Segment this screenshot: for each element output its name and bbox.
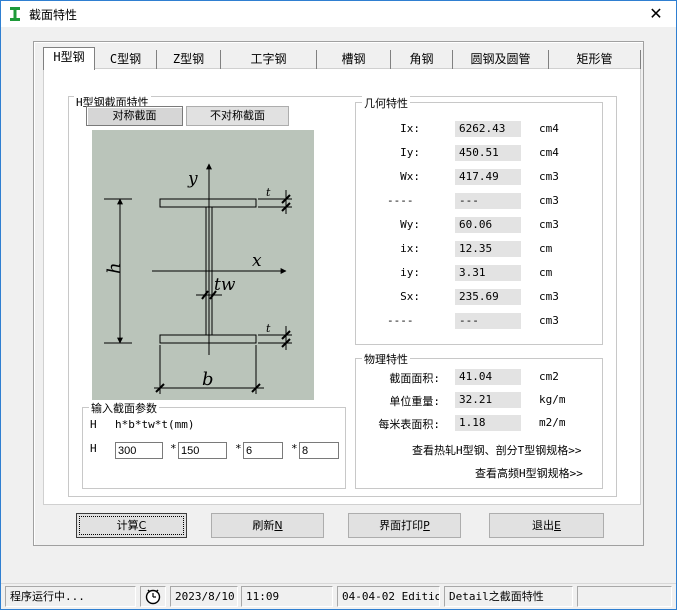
t-label-top: t bbox=[266, 186, 271, 199]
h-input[interactable] bbox=[115, 442, 163, 459]
tab-rect-tube[interactable]: 矩形管 bbox=[549, 50, 641, 69]
symmetric-button[interactable]: 对称截面 bbox=[86, 106, 183, 126]
physical-label: 单位重量: bbox=[389, 395, 440, 408]
geometry-label: Ix: bbox=[400, 122, 420, 135]
calc-button[interactable]: 计算C bbox=[76, 513, 187, 538]
status-running: 程序运行中... bbox=[5, 586, 136, 607]
geometry-value: --- bbox=[455, 313, 521, 329]
physical-label: 每米表面积: bbox=[378, 418, 440, 431]
geometry-unit: cm bbox=[539, 266, 553, 279]
tab-c-steel[interactable]: C型钢 bbox=[95, 50, 157, 69]
geometry-unit: cm3 bbox=[539, 218, 559, 231]
window-title: 截面特性 bbox=[29, 8, 78, 22]
geometry-unit: cm3 bbox=[539, 314, 559, 327]
status-clock bbox=[140, 586, 166, 607]
clock-icon bbox=[145, 589, 161, 605]
geometry-label: ---- bbox=[387, 194, 414, 207]
title-bar: 截面特性 ✕ bbox=[1, 1, 676, 27]
h-label: h bbox=[104, 262, 125, 274]
geometry-value: 417.49 bbox=[455, 169, 521, 185]
physical-value: 41.04 bbox=[455, 369, 521, 385]
status-time: 11:09 bbox=[241, 586, 333, 607]
geometry-label: ---- bbox=[387, 314, 414, 327]
geometry-unit: cm bbox=[539, 242, 553, 255]
geometry-value: 12.35 bbox=[455, 241, 521, 257]
formula-label: h*b*tw*t(mm) bbox=[115, 418, 195, 431]
top-flange bbox=[159, 198, 257, 208]
h-beam-drawing: y x h b tw t t bbox=[92, 130, 314, 400]
hot-rolled-h-link[interactable]: 查看热轧H型钢、剖分T型钢规格>> bbox=[412, 442, 582, 458]
physical-unit: kg/m bbox=[539, 393, 566, 406]
tab-channel[interactable]: 槽钢 bbox=[317, 50, 391, 69]
geometry-value: 60.06 bbox=[455, 217, 521, 233]
physical-unit: cm2 bbox=[539, 370, 559, 383]
separator-1: * bbox=[170, 442, 177, 455]
input-params-label: 输入截面参数 bbox=[89, 400, 159, 416]
t-label-bottom: t bbox=[266, 322, 271, 335]
physical-value: 32.21 bbox=[455, 392, 521, 408]
geometry-group-label: 几何特性 bbox=[362, 95, 410, 111]
tab-z-steel[interactable]: Z型钢 bbox=[157, 50, 221, 69]
close-icon: ✕ bbox=[649, 4, 663, 23]
h-beam-diagram: y x h b tw t t bbox=[104, 163, 292, 394]
row1-prefix: H bbox=[90, 418, 97, 431]
physical-unit: m2/m bbox=[539, 416, 566, 429]
asymmetric-button[interactable]: 不对称截面 bbox=[186, 106, 289, 126]
geometry-label: Wy: bbox=[400, 218, 420, 231]
geometry-value: 450.51 bbox=[455, 145, 521, 161]
tab-angle[interactable]: 角钢 bbox=[391, 50, 453, 69]
geometry-value: 6262.43 bbox=[455, 121, 521, 137]
separator-3: * bbox=[291, 442, 298, 455]
bottom-flange bbox=[159, 334, 257, 344]
status-context: Detail之截面特性 bbox=[444, 586, 573, 607]
geometry-unit: cm3 bbox=[539, 170, 559, 183]
print-button[interactable]: 界面打印P bbox=[348, 513, 461, 538]
y-axis-label: y bbox=[187, 169, 198, 189]
physical-value: 1.18 bbox=[455, 415, 521, 431]
tab-h-steel[interactable]: H型钢 bbox=[43, 47, 95, 70]
tab-i-beam[interactable]: 工字钢 bbox=[221, 50, 317, 69]
status-empty bbox=[577, 586, 672, 607]
geometry-unit: cm4 bbox=[539, 122, 559, 135]
tab-round[interactable]: 圆钢及圆管 bbox=[453, 50, 549, 69]
high-freq-h-link[interactable]: 查看高频H型钢规格>> bbox=[475, 465, 583, 481]
geometry-value: --- bbox=[455, 193, 521, 209]
b-label: b bbox=[202, 369, 214, 390]
status-edition: 04-04-02 Edition bbox=[337, 586, 440, 607]
geometry-label: ix: bbox=[400, 242, 420, 255]
b-input[interactable] bbox=[178, 442, 227, 459]
geometry-label: Wx: bbox=[400, 170, 420, 183]
close-button[interactable]: ✕ bbox=[644, 4, 668, 24]
physical-label: 截面面积: bbox=[389, 372, 440, 385]
refresh-button[interactable]: 刷新N bbox=[211, 513, 324, 538]
app-icon bbox=[10, 7, 20, 21]
status-date: 2023/8/10 bbox=[170, 586, 238, 607]
physical-group-label: 物理特性 bbox=[362, 351, 410, 367]
tw-label: tw bbox=[214, 275, 236, 295]
exit-button[interactable]: 退出E bbox=[489, 513, 604, 538]
separator-2: * bbox=[235, 442, 242, 455]
row2-prefix: H bbox=[90, 442, 97, 455]
geometry-unit: cm4 bbox=[539, 146, 559, 159]
x-axis-label: x bbox=[252, 251, 262, 271]
status-bar: 程序运行中... 2023/8/10 11:09 04-04-02 Editio… bbox=[1, 583, 676, 609]
t-input[interactable] bbox=[299, 442, 339, 459]
tw-input[interactable] bbox=[243, 442, 283, 459]
geometry-label: iy: bbox=[400, 266, 420, 279]
geometry-unit: cm3 bbox=[539, 290, 559, 303]
geometry-label: Iy: bbox=[400, 146, 420, 159]
geometry-label: Sx: bbox=[400, 290, 420, 303]
geometry-unit: cm3 bbox=[539, 194, 559, 207]
geometry-value: 235.69 bbox=[455, 289, 521, 305]
geometry-value: 3.31 bbox=[455, 265, 521, 281]
